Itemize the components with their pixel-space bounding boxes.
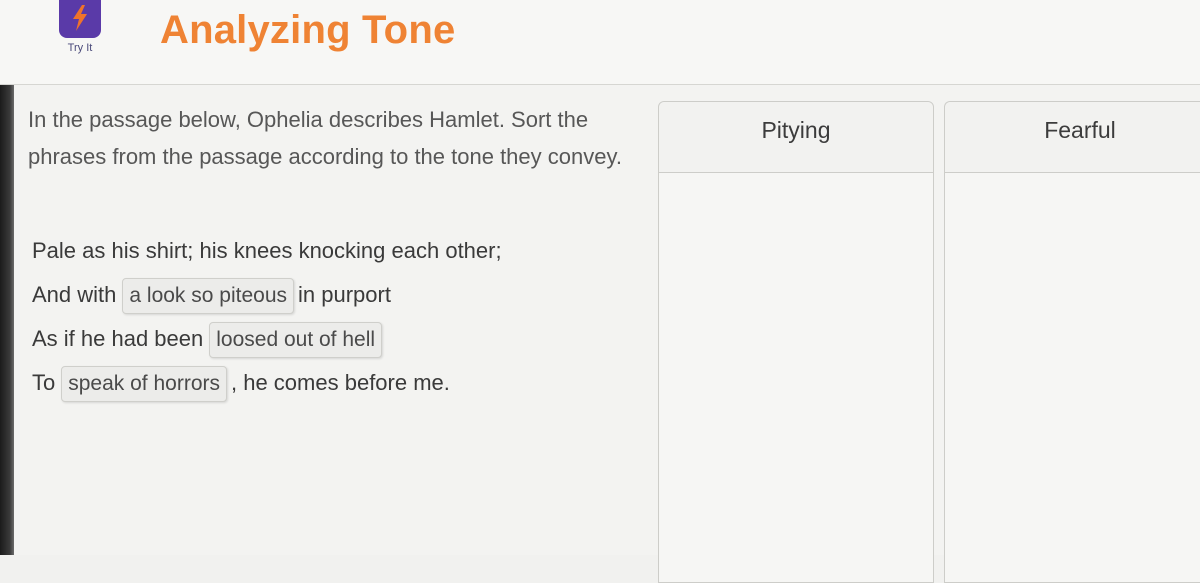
- header: Try It Analyzing Tone: [0, 0, 1200, 85]
- passage: Pale as his shirt; his knees knocking ea…: [32, 233, 652, 409]
- passage-text: And with: [32, 282, 117, 307]
- passage-line-4: To speak of horrors, he comes before me.: [32, 365, 652, 409]
- passage-text: , he comes before me.: [231, 370, 450, 395]
- bin-drop-zone[interactable]: [945, 173, 1200, 581]
- phrase-chip-piteous[interactable]: a look so piteous: [122, 278, 294, 314]
- passage-text: Pale as his shirt; his knees knocking ea…: [32, 238, 502, 263]
- passage-text: To: [32, 370, 56, 395]
- lightning-icon: [59, 0, 101, 38]
- passage-line-3: As if he had been loosed out of hell: [32, 321, 652, 365]
- try-it-badge[interactable]: Try It: [56, 0, 104, 62]
- activity-area: In the passage below, Ophelia describes …: [14, 85, 1200, 583]
- bin-header: Pitying: [659, 102, 933, 173]
- page-title: Analyzing Tone: [160, 8, 456, 52]
- passage-text: As if he had been: [32, 326, 204, 351]
- passage-text: in purport: [298, 282, 391, 307]
- instructions-text: In the passage below, Ophelia describes …: [28, 107, 622, 169]
- phrase-chip-horrors[interactable]: speak of horrors: [61, 366, 227, 402]
- bin-header: Fearful: [945, 102, 1200, 173]
- sort-bin-fearful[interactable]: Fearful: [944, 101, 1200, 583]
- bin-drop-zone[interactable]: [659, 173, 933, 581]
- sort-bin-pitying[interactable]: Pitying: [658, 101, 934, 583]
- passage-line-2: And with a look so piteous in purport: [32, 277, 652, 321]
- passage-line-1: Pale as his shirt; his knees knocking ea…: [32, 233, 652, 277]
- try-it-label: Try It: [67, 42, 93, 54]
- phrase-chip-loosed[interactable]: loosed out of hell: [209, 322, 383, 358]
